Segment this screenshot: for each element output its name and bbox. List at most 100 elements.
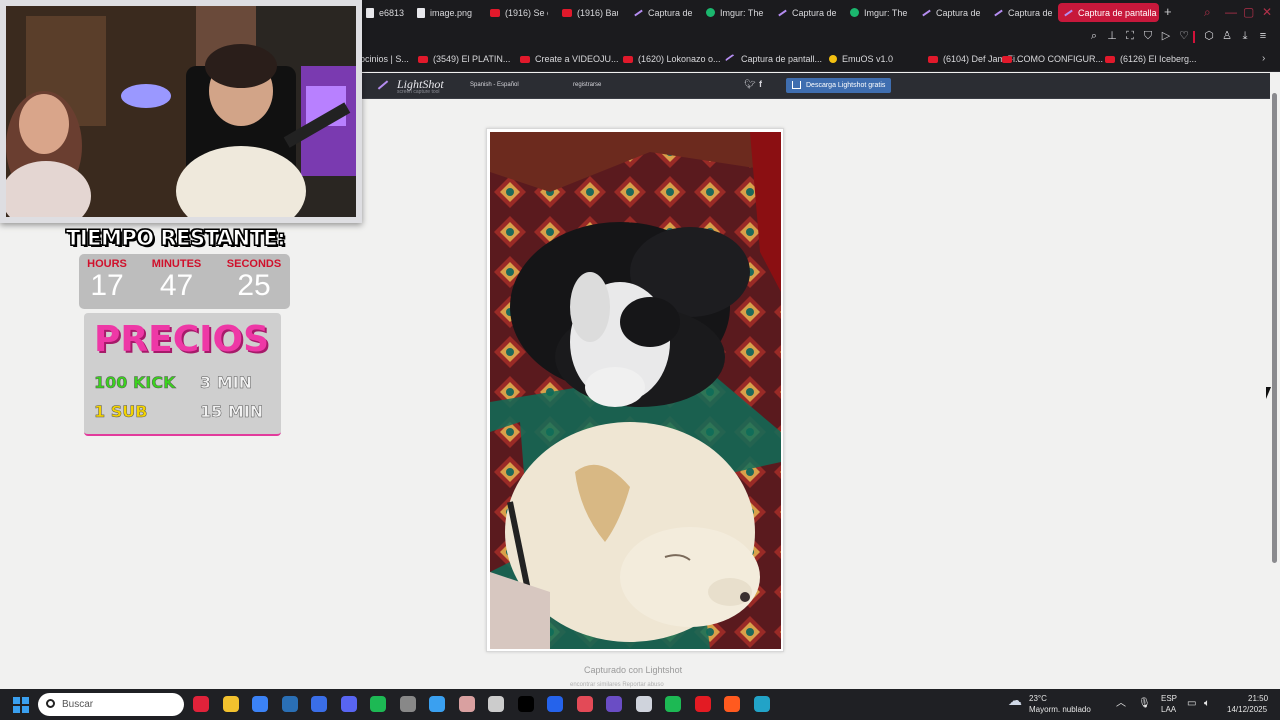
profile-icon[interactable]: ♙	[1221, 30, 1233, 42]
discord-icon[interactable]	[340, 696, 357, 712]
timer-minutes-value: 47	[159, 269, 194, 302]
pin-icon[interactable]: ⊥	[1106, 30, 1118, 42]
doc-favicon-icon	[417, 7, 425, 18]
yt-favicon-icon	[928, 55, 938, 63]
network-icon[interactable]: ▭	[1187, 699, 1196, 709]
twitter-icon[interactable]: 🐦︎	[744, 79, 755, 90]
bookmark-item[interactable]: (1620) Lokonazo o...	[623, 54, 721, 64]
screenshot-icon[interactable]: ⛶	[1124, 30, 1136, 42]
yt-favicon-icon	[520, 55, 530, 63]
steam-icon[interactable]	[281, 696, 298, 712]
weather-icon[interactable]: ☁	[1008, 693, 1022, 707]
lightshot-header: LightShot screen capture tool Spanish - …	[361, 73, 1270, 99]
lang-primary[interactable]: ESP	[1161, 694, 1177, 704]
start-tile	[22, 706, 29, 713]
screenshot-image[interactable]	[490, 132, 781, 649]
timer-hours-value: 17	[90, 269, 124, 302]
play-icon[interactable]: ▷	[1160, 30, 1172, 42]
zoom-icon[interactable]: ⌕	[1088, 30, 1100, 42]
shield-icon[interactable]: ⛉	[1142, 30, 1154, 42]
app-red-icon[interactable]	[576, 696, 593, 712]
tab-label: (1916) Bau	[577, 7, 618, 18]
bitwarden-icon[interactable]	[547, 696, 563, 712]
game-app-icon[interactable]	[694, 696, 711, 712]
obs-icon[interactable]	[635, 696, 652, 712]
captured-with-lightshot[interactable]: Capturado con Lightshot	[584, 665, 682, 675]
price-kick-item: 100 KICK	[94, 373, 176, 393]
bookmark-item[interactable]: Create a VIDEOJU...	[520, 54, 619, 64]
browser-tab[interactable]: Captura de	[628, 3, 692, 22]
tab-label: Captura de	[648, 7, 692, 18]
minimize-icon[interactable]: —	[1225, 5, 1237, 19]
chrome-icon[interactable]	[252, 696, 268, 712]
mic-icon[interactable]: 🎙︎	[1138, 699, 1151, 709]
weather-desc[interactable]: Mayorm. nublado	[1029, 705, 1091, 715]
clock-time[interactable]: 21:50	[1248, 694, 1268, 704]
language-selector[interactable]: Spanish - Español	[470, 82, 519, 88]
clock-date[interactable]: 14/12/2025	[1227, 705, 1267, 715]
minecraft-icon[interactable]	[606, 696, 622, 712]
browser-tab[interactable]: e6813e24	[360, 3, 404, 22]
tab-search-icon[interactable]: ⌕	[1204, 5, 1211, 20]
timer-seconds: SECONDS 25	[225, 258, 283, 302]
app-cat-icon[interactable]	[458, 696, 475, 712]
browser-tab[interactable]: Captura de pantalla	[1058, 3, 1159, 22]
spotify-icon[interactable]	[370, 696, 386, 712]
browser-tab[interactable]: Imgur: The	[700, 3, 766, 22]
bookmark-item[interactable]: (6126) El Iceberg...	[1105, 54, 1197, 64]
bookmark-item[interactable]: (3549) El PLATIN...	[418, 54, 510, 64]
maximize-icon[interactable]: ▢	[1243, 5, 1254, 19]
brave-icon[interactable]	[724, 696, 740, 712]
browser-tab[interactable]: Imgur: The	[844, 3, 910, 22]
new-tab-button[interactable]: +	[1164, 4, 1172, 19]
ls-favicon-icon	[724, 53, 738, 65]
bookmark-item[interactable]: Captura de pantall...	[724, 53, 823, 65]
facebook-icon[interactable]: f	[759, 79, 762, 89]
file-explorer-icon[interactable]	[222, 696, 239, 712]
start-button[interactable]	[13, 697, 29, 713]
webcam-overlay	[0, 0, 362, 223]
prices-panel: PRECIOS 100 KICK 3 MIN 1 SUB 15 MIN	[84, 313, 281, 436]
spotify-2-icon[interactable]	[665, 696, 681, 712]
mouse-cursor	[1266, 387, 1271, 399]
extensions-icon[interactable]: ⬡	[1203, 30, 1215, 42]
weather-temp[interactable]: 23°C	[1029, 694, 1047, 704]
windows-taskbar: Buscar ☁ 23°C Mayorm. nublado ︿ 🎙︎ ESP L…	[0, 689, 1280, 720]
notepad-icon[interactable]	[429, 696, 445, 712]
browser-tab[interactable]: Captura de	[988, 3, 1052, 22]
ls-favicon-icon	[778, 9, 787, 16]
shield-app-icon[interactable]	[311, 696, 327, 712]
download-icon[interactable]: ⤓	[1239, 30, 1251, 42]
download-lightshot-button[interactable]: Descarga Lightshot gratis	[786, 78, 892, 93]
app-globe-icon[interactable]	[753, 696, 770, 712]
close-icon[interactable]: ✕	[1262, 5, 1272, 19]
menu-icon[interactable]: ≡	[1257, 30, 1269, 42]
register-link[interactable]: registrarse	[573, 82, 601, 88]
tray-chevron-icon[interactable]: ︿	[1116, 699, 1126, 709]
bookmark-item[interactable]: ocinios | S...	[360, 54, 409, 64]
volume-icon[interactable]: 🔈︎	[1204, 699, 1210, 709]
ls-favicon-icon	[994, 9, 1003, 16]
page-scrollbar[interactable]	[1270, 73, 1280, 689]
image-links[interactable]: encontrar similares Reportar abuso	[570, 682, 664, 688]
tiktok-icon-icon[interactable]	[517, 696, 534, 712]
browser-tab[interactable]: Captura de	[916, 3, 980, 22]
bookmark-label: Captura de pantall...	[741, 54, 823, 64]
taskbar-search[interactable]: Buscar	[38, 693, 184, 716]
bookmarks-more-icon[interactable]: ›	[1262, 53, 1265, 64]
opera-gx-icon[interactable]	[193, 696, 209, 712]
bookmark-label: (6126) El Iceberg...	[1120, 54, 1197, 64]
steelseries-icon[interactable]	[399, 696, 416, 712]
bookmark-item[interactable]: EmuOS v1.0	[829, 54, 893, 64]
browser-tab[interactable]: (1916) Se e	[484, 3, 548, 22]
scrollbar-thumb[interactable]	[1272, 93, 1277, 563]
prices-title: PRECIOS	[94, 319, 270, 360]
browser-tab[interactable]: image.png	[411, 3, 473, 22]
car-app-icon[interactable]	[488, 696, 504, 712]
browser-tab[interactable]: (1916) Bau	[556, 3, 618, 22]
browser-tab[interactable]: Captura de	[772, 3, 836, 22]
lang-secondary[interactable]: LAA	[1161, 705, 1176, 715]
heart-icon[interactable]: ♡	[1178, 30, 1190, 42]
doc-favicon-icon	[366, 7, 374, 18]
bookmark-item[interactable]: COMO CONFIGUR...	[1002, 54, 1103, 64]
